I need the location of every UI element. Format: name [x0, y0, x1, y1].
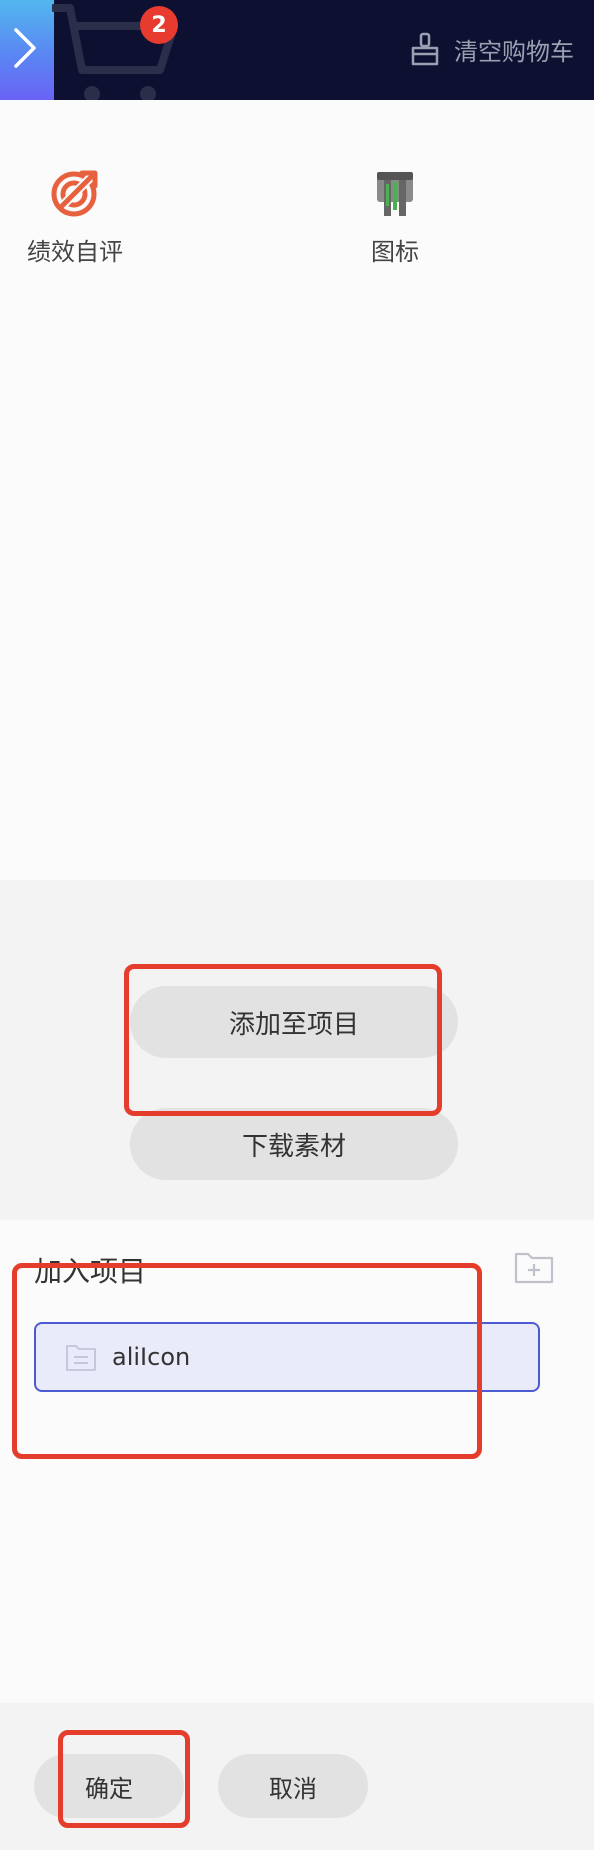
- icon-item-trophy[interactable]: 图标: [320, 168, 470, 267]
- icon-item-name: 绩效自评: [27, 238, 123, 266]
- icon-item-performance[interactable]: 绩效自评: [0, 168, 150, 267]
- expand-panel-button[interactable]: [0, 0, 54, 100]
- broom-icon: [411, 32, 439, 66]
- highlight-box: [12, 1263, 482, 1459]
- download-button[interactable]: 下载素材: [130, 1108, 458, 1180]
- new-folder-icon[interactable]: [514, 1248, 554, 1284]
- clear-cart-label: 清空购物车: [454, 37, 574, 66]
- highlight-box: [58, 1730, 190, 1828]
- chevron-right-icon: [14, 28, 36, 68]
- performance-rating-icon: [51, 170, 98, 217]
- highlight-box: [124, 964, 442, 1116]
- cart-count-badge: 2: [140, 6, 178, 44]
- clear-cart-button[interactable]: 清空购物车: [408, 26, 574, 72]
- cancel-button[interactable]: 取消: [218, 1754, 368, 1818]
- trophy-stand-icon: [377, 172, 413, 216]
- icon-item-name: 图标: [371, 238, 419, 266]
